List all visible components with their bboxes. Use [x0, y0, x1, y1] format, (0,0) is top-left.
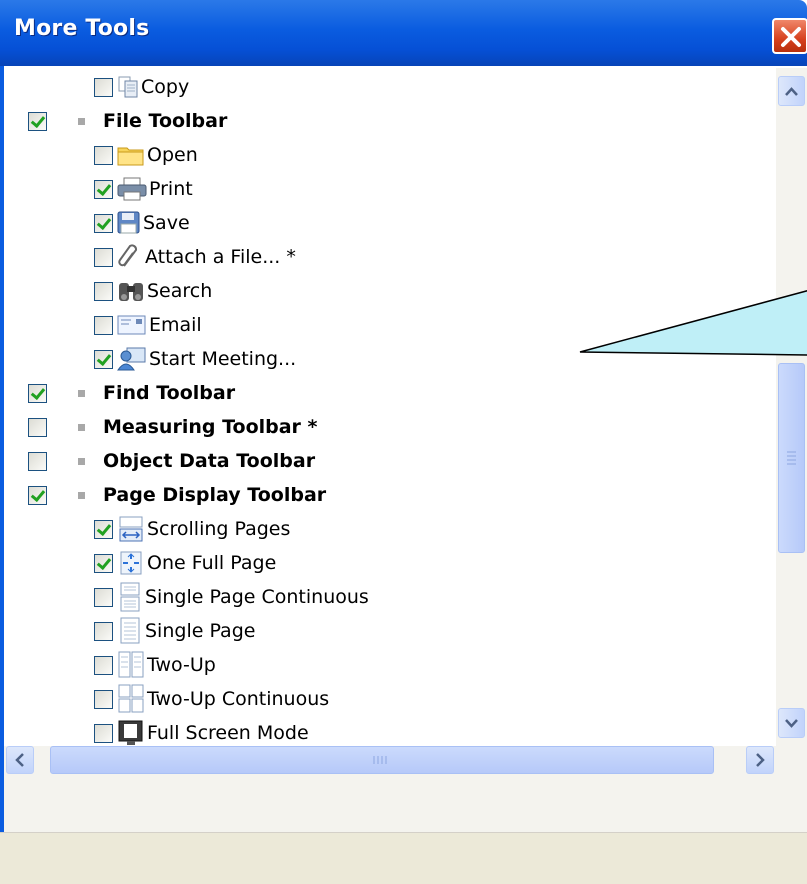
- single-page-continuous-icon: [117, 582, 143, 612]
- row-label: Two-Up: [147, 654, 216, 676]
- checkbox[interactable]: [94, 621, 113, 641]
- chevron-right-icon: [756, 753, 765, 767]
- single-page-icon: [117, 616, 143, 646]
- checkbox[interactable]: [28, 417, 47, 437]
- checkbox[interactable]: [28, 451, 47, 471]
- row-label: Page Display Toolbar: [103, 484, 327, 506]
- row-label: Single Page: [145, 620, 256, 642]
- row-label: Two-Up Continuous: [147, 688, 330, 710]
- checkbox[interactable]: [94, 553, 113, 573]
- tool-row[interactable]: Single Page Continuous: [94, 582, 369, 612]
- more-tools-window: More Tools Copy File Toolbar Open Print Save…: [0, 0, 807, 884]
- horizontal-scrollbar[interactable]: [4, 746, 807, 832]
- scroll-right-button[interactable]: [746, 746, 774, 774]
- horizontal-scroll-thumb[interactable]: [50, 746, 714, 774]
- toolbar-group-row[interactable]: Measuring Toolbar *: [28, 412, 317, 442]
- toolbar-group-row[interactable]: Object Data Toolbar: [28, 446, 315, 476]
- row-label: Full Screen Mode: [147, 722, 309, 744]
- toolbar-group-row[interactable]: Page Display Toolbar: [28, 480, 326, 510]
- checkbox[interactable]: [28, 485, 47, 505]
- callout-pointer: [579, 290, 807, 356]
- checkbox[interactable]: [94, 655, 113, 675]
- checkbox[interactable]: [94, 723, 113, 743]
- tool-row[interactable]: Two-Up: [94, 650, 216, 680]
- row-label: Object Data Toolbar: [103, 450, 316, 472]
- row-label: Single Page Continuous: [145, 586, 369, 608]
- chevron-left-icon: [15, 753, 24, 767]
- bullet-icon: [78, 423, 85, 431]
- scroll-left-button[interactable]: [6, 746, 34, 774]
- tool-row[interactable]: One Full Page: [94, 548, 276, 578]
- chevron-down-icon: [785, 719, 798, 728]
- bullet-icon: [78, 457, 85, 465]
- row-label: Measuring Toolbar *: [103, 416, 318, 438]
- row-label: Scrolling Pages: [147, 518, 291, 540]
- tool-row[interactable]: Single Page: [94, 616, 255, 646]
- scroll-down-button[interactable]: [778, 708, 805, 738]
- tool-row[interactable]: Scrolling Pages: [94, 514, 290, 544]
- tool-row[interactable]: Full Screen Mode: [94, 718, 309, 748]
- grip-icon: [373, 756, 387, 764]
- one-full-page-icon: [117, 550, 145, 576]
- checkbox[interactable]: [94, 587, 113, 607]
- full-screen-icon: [117, 719, 145, 747]
- status-bar: [0, 832, 807, 884]
- tool-row[interactable]: Two-Up Continuous: [94, 684, 329, 714]
- two-up-icon: [117, 650, 145, 680]
- bullet-icon: [78, 491, 85, 499]
- checkbox[interactable]: [94, 519, 113, 539]
- two-up-continuous-icon: [117, 684, 145, 714]
- scrolling-pages-icon: [117, 516, 145, 542]
- row-label: One Full Page: [147, 552, 277, 574]
- checkbox[interactable]: [94, 689, 113, 709]
